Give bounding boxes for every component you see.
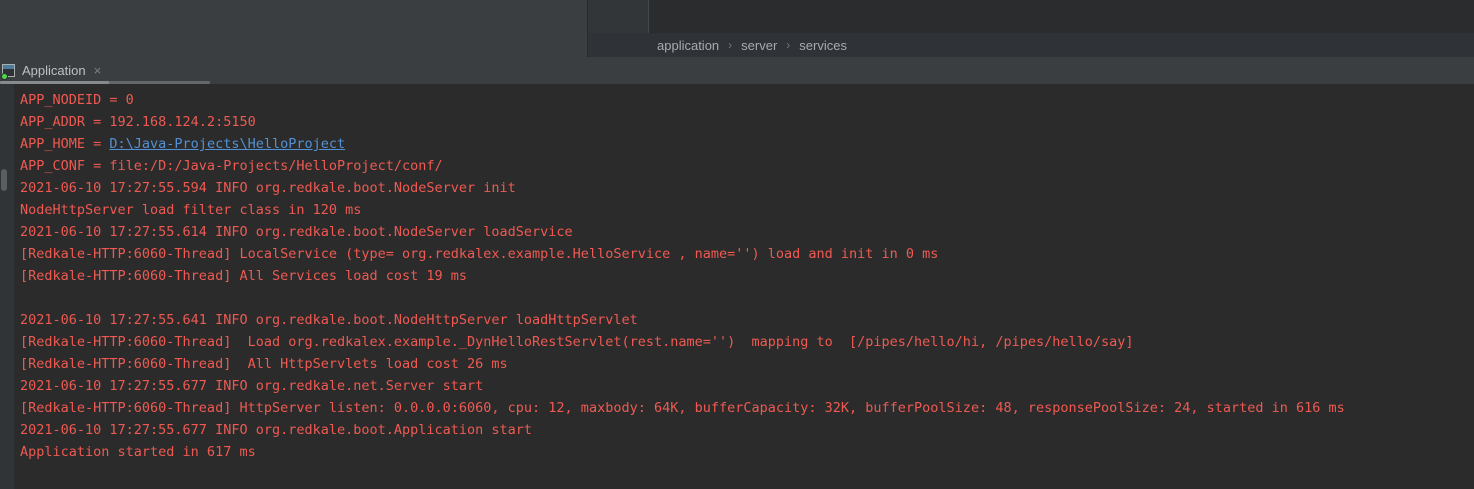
console-text: APP_HOME = xyxy=(20,136,109,152)
console-line: 2021-06-10 17:27:55.594 INFO org.redkale… xyxy=(20,177,1474,199)
editor-panel-left xyxy=(0,0,588,57)
tab-application[interactable]: Application × xyxy=(0,57,107,84)
console-line: APP_HOME = D:\Java-Projects\HelloProject xyxy=(20,133,1474,155)
console-panel: APP_NODEID = 0APP_ADDR = 192.168.124.2:5… xyxy=(0,84,1474,489)
console-line: Application started in 617 ms xyxy=(20,441,1474,463)
console-tabstrip: Application × xyxy=(0,57,1474,84)
console-line: [Redkale-HTTP:6060-Thread] HttpServer li… xyxy=(20,397,1474,419)
running-indicator-dot xyxy=(1,73,8,80)
breadcrumb-separator-icon: › xyxy=(728,38,732,52)
breadcrumb-item-application[interactable]: application xyxy=(657,38,719,53)
console-line: NodeHttpServer load filter class in 120 … xyxy=(20,199,1474,221)
tab-label: Application xyxy=(22,63,86,78)
console-line: 2021-06-10 17:27:55.677 INFO org.redkale… xyxy=(20,419,1474,441)
gutter-scrollbar-thumb[interactable] xyxy=(1,169,7,191)
console-line: APP_ADDR = 192.168.124.2:5150 xyxy=(20,111,1474,133)
console-line: 2021-06-10 17:27:55.614 INFO org.redkale… xyxy=(20,221,1474,243)
console-line: APP_NODEID = 0 xyxy=(20,89,1474,111)
console-line: [Redkale-HTTP:6060-Thread] All Services … xyxy=(20,265,1474,287)
console-line: [Redkale-HTTP:6060-Thread] All HttpServl… xyxy=(20,353,1474,375)
editor-panel-right xyxy=(649,0,1474,33)
app-home-link[interactable]: D:\Java-Projects\HelloProject xyxy=(109,136,345,152)
console-line: [Redkale-HTTP:6060-Thread] Load org.redk… xyxy=(20,331,1474,353)
editor-panel-gutter xyxy=(588,0,648,33)
breadcrumb-separator-icon: › xyxy=(786,38,790,52)
breadcrumb-item-services[interactable]: services xyxy=(799,38,847,53)
console-line: APP_CONF = file:/D:/Java-Projects/HelloP… xyxy=(20,155,1474,177)
breadcrumb: application › server › services xyxy=(588,33,1474,57)
console-line xyxy=(20,287,1474,309)
console-output: APP_NODEID = 0APP_ADDR = 192.168.124.2:5… xyxy=(20,89,1474,463)
run-console-icon xyxy=(2,64,16,78)
console-line: 2021-06-10 17:27:55.677 INFO org.redkale… xyxy=(20,375,1474,397)
console-line: [Redkale-HTTP:6060-Thread] LocalService … xyxy=(20,243,1474,265)
breadcrumb-item-server[interactable]: server xyxy=(741,38,777,53)
close-icon[interactable]: × xyxy=(94,64,102,77)
console-line: 2021-06-10 17:27:55.641 INFO org.redkale… xyxy=(20,309,1474,331)
console-gutter xyxy=(0,84,14,489)
ide-window: application › server › services Application … xyxy=(0,0,1474,489)
